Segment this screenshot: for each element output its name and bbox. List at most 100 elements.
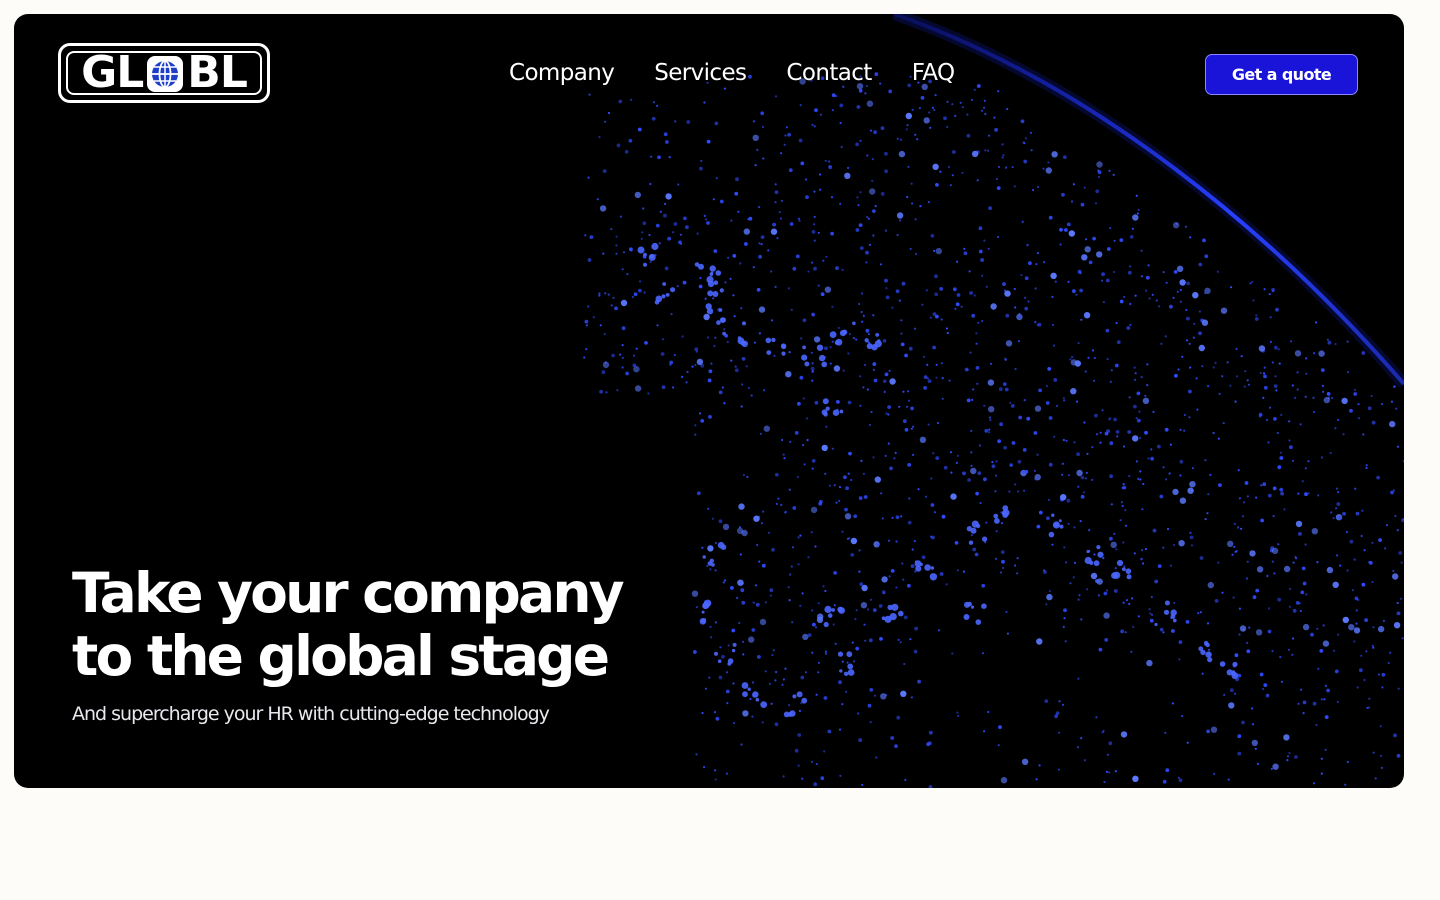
city-light [929,126,932,129]
city-light [975,491,979,496]
city-light [1260,484,1263,487]
city-light [960,305,963,308]
city-light [1208,648,1211,651]
city-light [785,371,792,378]
city-light [1206,729,1210,734]
city-light [1199,611,1202,614]
city-light [980,258,984,262]
city-light [817,671,820,674]
city-light [855,646,860,651]
city-light [679,242,683,245]
city-light [1379,725,1382,728]
city-light [881,576,888,583]
city-light [1322,390,1325,393]
city-light [1185,308,1188,312]
city-light [956,711,959,714]
city-light [900,319,903,322]
city-light [738,621,741,625]
city-light [1199,556,1204,560]
nav-faq[interactable]: FAQ [912,60,955,86]
city-light [1154,579,1159,584]
city-light [1214,599,1219,603]
city-light [1077,485,1080,488]
nav-company[interactable]: Company [509,60,615,86]
city-light [836,400,840,404]
city-light-cluster [981,603,987,609]
city-light [1109,474,1113,479]
city-light [1353,640,1356,643]
city-light [603,333,606,336]
city-light [700,419,705,423]
city-light-cluster [747,687,751,691]
city-light [1346,569,1349,572]
city-light [995,460,998,463]
city-light-cluster [874,340,882,348]
city-light [1312,396,1315,399]
nav-services[interactable]: Services [654,60,747,86]
city-light [1365,464,1368,467]
city-light [742,710,749,717]
city-light [1361,582,1366,587]
city-light [839,774,842,777]
city-light [1137,477,1140,480]
city-light [1095,189,1100,194]
city-light [740,743,743,746]
city-light [824,652,828,656]
city-light [1255,314,1258,317]
city-light-cluster [755,697,760,702]
city-light [691,365,694,368]
city-light [812,622,816,627]
city-light [1165,281,1168,284]
city-light [696,491,701,496]
city-light [1120,731,1128,738]
city-light [1067,522,1070,525]
globl-logo[interactable]: GL BL [58,43,270,103]
city-light [822,259,825,262]
city-light [1145,289,1148,292]
city-light [968,270,971,273]
city-light [1157,564,1162,568]
city-light [995,530,998,533]
city-light [1060,494,1067,501]
city-light [1372,751,1375,754]
city-light [714,336,717,339]
city-light [1053,344,1056,347]
city-light [810,366,815,371]
city-light [1274,375,1277,378]
city-light-cluster [1198,646,1204,652]
city-light [1029,131,1032,134]
city-light [1042,167,1045,170]
city-light [996,235,1000,239]
city-light [873,378,878,383]
city-light [732,254,737,258]
city-light-cluster [889,613,897,621]
city-light [1138,410,1141,413]
city-light [799,375,804,380]
city-light [1139,478,1142,481]
city-light [1393,385,1396,388]
city-light [1231,553,1234,556]
city-light [927,423,930,426]
city-light-cluster [875,333,880,337]
get-a-quote-button[interactable]: Get a quote [1205,54,1358,95]
city-light [667,236,671,241]
city-light [788,351,791,354]
city-light [1002,382,1007,386]
city-light [891,516,894,519]
nav-contact[interactable]: Contact [786,60,872,86]
city-light [1319,649,1324,653]
city-light [811,379,814,382]
city-light [1322,640,1330,647]
city-light [1195,377,1198,380]
city-light [1233,545,1236,549]
city-light [971,313,976,318]
city-light [966,133,971,138]
city-light [614,306,618,311]
city-light [795,254,800,259]
city-light [1372,646,1375,649]
city-light [910,427,913,430]
city-light [1036,524,1041,529]
city-light [730,586,734,590]
city-light [639,280,642,283]
city-light [1267,493,1272,498]
